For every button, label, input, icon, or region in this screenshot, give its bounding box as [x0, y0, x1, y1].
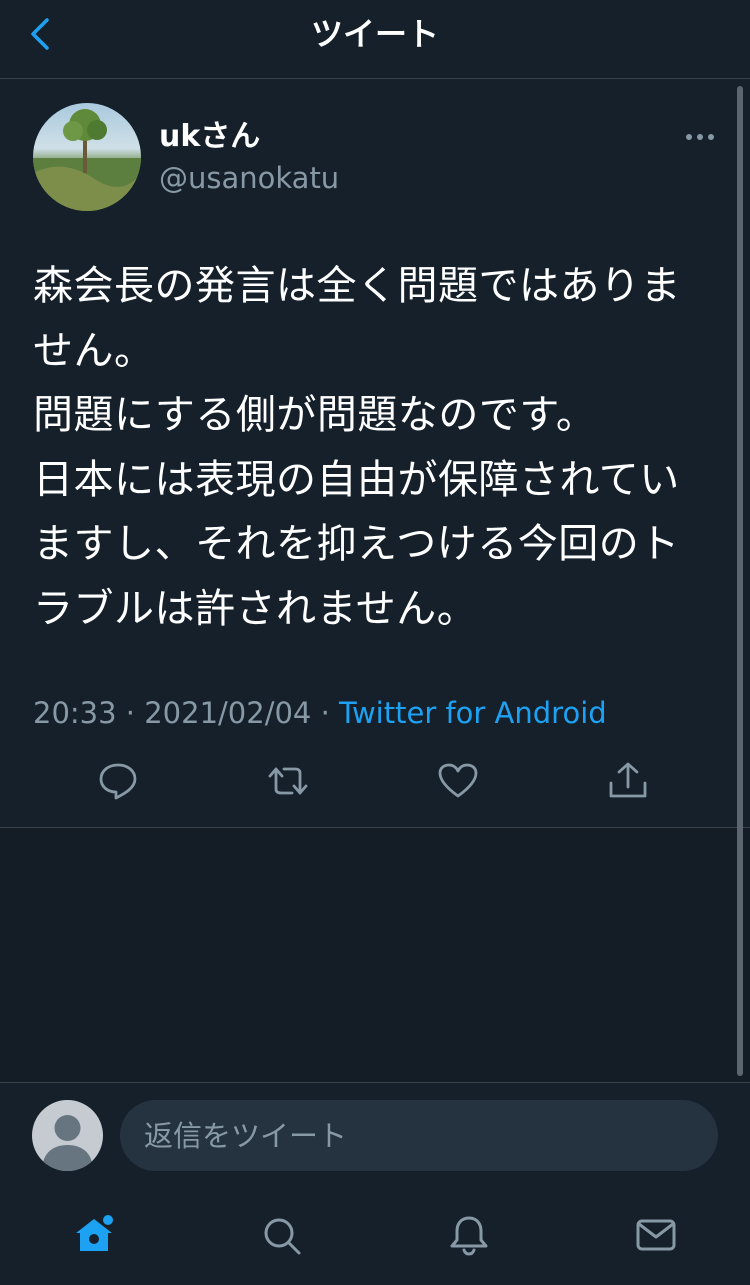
notifications-icon[interactable] [447, 1213, 491, 1257]
tweet-detail: ukさん @usanokatu 森会長の発言は全く問題ではありません。 問題にす… [0, 79, 750, 828]
tweet-meta: 20:33 · 2021/02/04 · Twitter for Android [33, 694, 607, 732]
meta-separator: · [311, 696, 340, 730]
tweet-source-link[interactable]: Twitter for Android [339, 696, 607, 730]
meta-separator: · [116, 696, 145, 730]
my-avatar [32, 1100, 103, 1171]
tweet-actions [0, 759, 750, 809]
search-icon[interactable] [259, 1213, 303, 1257]
top-bar: ツイート [0, 0, 750, 79]
scrollbar[interactable] [737, 86, 743, 1076]
tweet-date: 2021/02/04 [144, 696, 312, 730]
like-icon[interactable] [436, 759, 480, 803]
more-options-icon[interactable] [684, 127, 716, 147]
messages-icon[interactable] [634, 1213, 678, 1257]
tweet-text: 森会長の発言は全く問題ではありません。 問題にする側が問題なのです。 日本には表… [33, 263, 681, 632]
tweet-time: 20:33 [33, 696, 117, 730]
author-handle[interactable]: @usanokatu [159, 159, 339, 197]
author-display-name[interactable]: ukさん [159, 117, 260, 157]
page-title: ツイート [310, 15, 439, 53]
author-avatar[interactable] [33, 103, 141, 211]
reply-icon[interactable] [96, 759, 140, 803]
retweet-icon[interactable] [266, 759, 310, 803]
reply-input[interactable] [120, 1100, 718, 1171]
share-icon[interactable] [606, 759, 650, 803]
home-icon[interactable] [72, 1213, 116, 1257]
reply-composer [0, 1082, 750, 1285]
